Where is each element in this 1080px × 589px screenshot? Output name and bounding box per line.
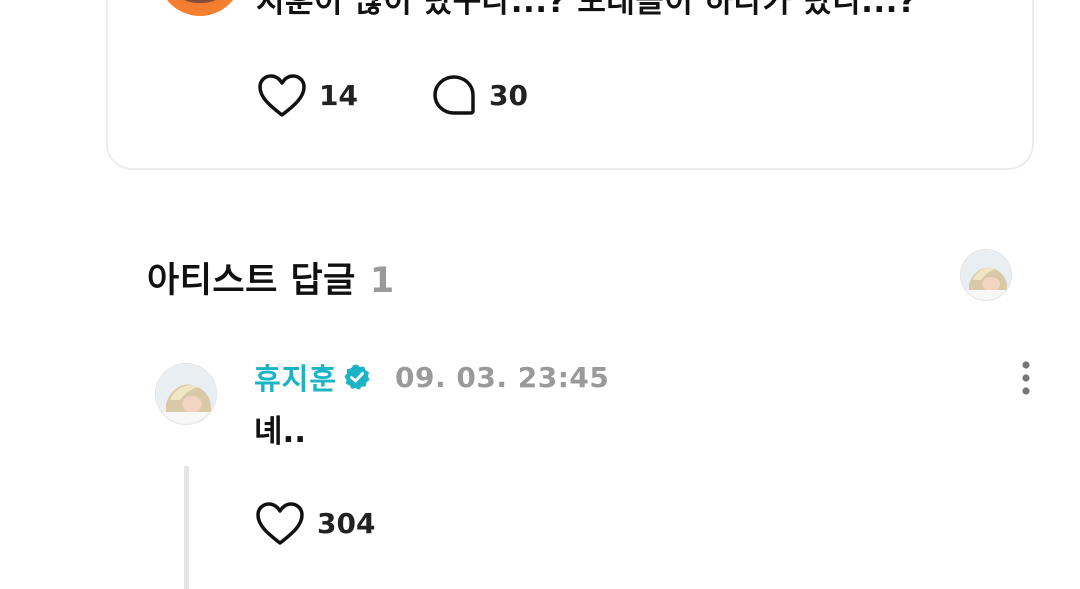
vertical-ellipsis-icon xyxy=(1022,361,1030,395)
post-comment-button[interactable]: 30 xyxy=(431,72,528,120)
artist-reply-header: 아티스트 답글 1 xyxy=(147,252,394,303)
reply-like-count: 304 xyxy=(317,507,376,540)
artist-photo-icon xyxy=(961,250,1011,300)
post-like-count: 14 xyxy=(319,79,358,112)
artist-reply-title: 아티스트 답글 xyxy=(147,261,356,301)
post-author-avatar[interactable] xyxy=(158,0,242,16)
verified-check-badge-icon xyxy=(344,364,370,390)
post-comment-count: 30 xyxy=(489,79,528,112)
artist-photo-icon xyxy=(156,364,216,424)
artist-reply-count: 1 xyxy=(369,261,395,301)
reply-author-name[interactable]: 휴지훈 xyxy=(254,356,337,398)
post-card: 지훈이 많이 탔구나...? 모래놀이 하다가 탔니...? 14 30 xyxy=(106,0,1034,170)
heart-outline-icon xyxy=(258,74,306,117)
post-like-button[interactable]: 14 xyxy=(257,72,358,120)
post-text: 지훈이 많이 탔구나...? 모래놀이 하다가 탔니...? xyxy=(256,0,917,20)
screen: 지훈이 많이 탔구나...? 모래놀이 하다가 탔니...? 14 30 아티스… xyxy=(0,0,1080,589)
reply-meta: 휴지훈 09. 03. 23:45 xyxy=(254,356,609,398)
speech-bubble-outline-icon xyxy=(433,75,475,115)
thread-line xyxy=(184,466,189,589)
reply-text: 녜.. xyxy=(254,414,307,450)
reply-author-avatar[interactable] xyxy=(155,363,217,425)
reply-like-button[interactable]: 304 xyxy=(255,500,375,548)
reply-timestamp: 09. 03. 23:45 xyxy=(395,360,610,394)
artist-avatar-small[interactable] xyxy=(960,249,1012,301)
reply-more-button[interactable] xyxy=(1012,358,1040,398)
heart-outline-icon xyxy=(256,502,304,545)
